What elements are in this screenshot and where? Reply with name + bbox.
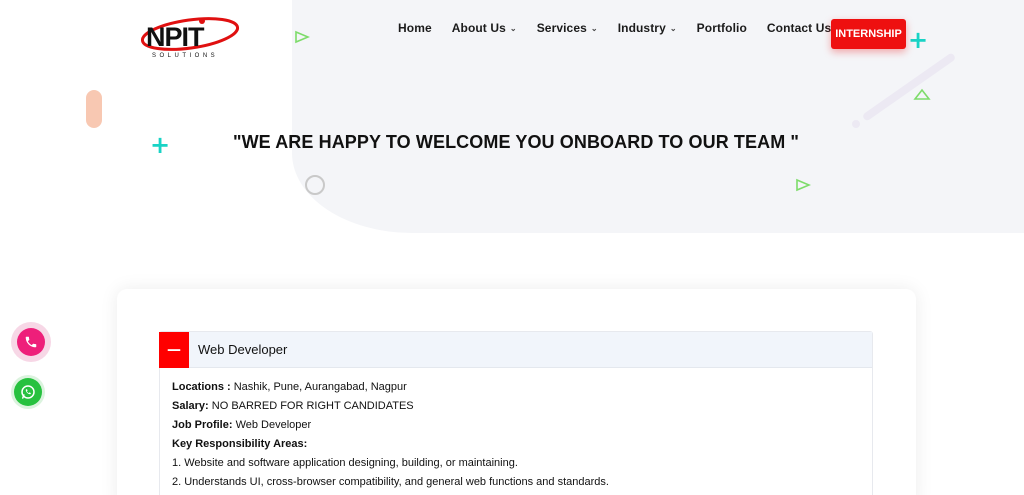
- npit-logo-icon: NPIT SOLUTIONS: [140, 17, 240, 59]
- call-button[interactable]: [11, 322, 51, 362]
- nav-label: Contact Us: [766, 20, 832, 35]
- nav-item-home[interactable]: Home: [398, 21, 432, 35]
- detail-label: Locations :: [172, 381, 231, 393]
- main-navigation: Home About Us ⌄ Services ⌄ Industry ⌄ Po…: [398, 19, 851, 36]
- decorative-pill: [86, 90, 102, 128]
- chevron-down-icon: ⌄: [509, 24, 517, 33]
- circle-decoration-icon: [305, 175, 325, 195]
- page-headline: "WE ARE HAPPY TO WELCOME YOU ONBOARD TO …: [232, 132, 800, 152]
- svg-text:SOLUTIONS: SOLUTIONS: [152, 53, 218, 59]
- nav-item-portfolio[interactable]: Portfolio: [697, 21, 747, 35]
- whatsapp-icon: [14, 378, 42, 406]
- triangle-decoration-icon: [295, 30, 310, 44]
- detail-value: NO BARRED FOR RIGHT CANDIDATES: [208, 400, 414, 412]
- responsibility-item: 2. Understands UI, cross-browser compati…: [172, 476, 609, 488]
- nav-label: Services: [536, 20, 587, 35]
- nav-item-contact-us[interactable]: Contact Us: [767, 21, 831, 35]
- chevron-down-icon: ⌄: [669, 24, 677, 33]
- nav-label: Home: [398, 20, 432, 35]
- triangle-decoration-icon: [796, 178, 811, 192]
- job-title: Web Developer: [198, 342, 288, 357]
- nav-label: Industry: [617, 20, 666, 35]
- whatsapp-button[interactable]: [11, 375, 45, 409]
- internship-button[interactable]: INTERNSHIP: [831, 19, 906, 49]
- responsibility-item: 1. Website and software application desi…: [172, 457, 518, 469]
- detail-label: Salary:: [172, 400, 209, 412]
- accordion-header[interactable]: — Web Developer: [159, 331, 872, 368]
- chevron-down-icon: ⌄: [590, 24, 598, 33]
- detail-value: Web Developer: [232, 419, 312, 431]
- nav-item-about-us[interactable]: About Us ⌄: [452, 21, 517, 35]
- nav-label: About Us: [451, 20, 506, 35]
- detail-label: Job Profile:: [172, 419, 233, 431]
- phone-icon: [17, 328, 45, 356]
- job-salary: Salary: NO BARRED FOR RIGHT CANDIDATES: [172, 398, 872, 417]
- svg-text:NPIT: NPIT: [146, 22, 205, 52]
- plus-decoration-icon: +: [908, 26, 929, 54]
- nav-item-services[interactable]: Services ⌄: [537, 21, 598, 35]
- job-locations: Locations : Nashik, Pune, Aurangabad, Na…: [172, 379, 872, 398]
- job-profile: Job Profile: Web Developer: [172, 417, 872, 436]
- nav-label: Portfolio: [696, 20, 747, 35]
- accordion-body: Locations : Nashik, Pune, Aurangabad, Na…: [160, 368, 872, 493]
- decorative-dot: [852, 120, 860, 128]
- detail-value: Nashik, Pune, Aurangabad, Nagpur: [230, 381, 407, 393]
- job-accordion: — Web Developer Locations : Nashik, Pune…: [159, 331, 873, 495]
- site-logo[interactable]: NPIT SOLUTIONS: [138, 12, 240, 60]
- detail-label: Key Responsibility Areas:: [172, 438, 308, 450]
- collapse-toggle-icon[interactable]: —: [159, 331, 189, 368]
- nav-item-industry[interactable]: Industry ⌄: [618, 21, 677, 35]
- key-responsibility-heading: Key Responsibility Areas:: [172, 436, 872, 455]
- triangle-decoration-icon: [913, 88, 931, 100]
